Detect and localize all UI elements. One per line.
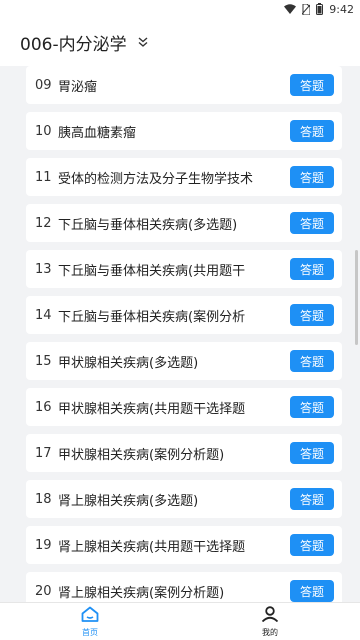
- item-title: 下丘脑与垂体相关疾病(多选题): [58, 217, 238, 233]
- answer-button[interactable]: 答题: [290, 304, 334, 326]
- tab-mine[interactable]: 我的: [225, 603, 315, 640]
- item-title: 肾上腺相关疾病(多选题): [58, 493, 199, 509]
- item-title: 甲状腺相关疾病(共用题干选择题: [58, 401, 246, 417]
- list-item[interactable]: 19 肾上腺相关疾病(共用题干选择题 答题: [26, 526, 342, 564]
- answer-button[interactable]: 答题: [290, 442, 334, 464]
- item-title: 下丘脑与垂体相关疾病(案例分析: [58, 309, 246, 325]
- scrollbar[interactable]: [355, 250, 358, 345]
- list-item[interactable]: 18 肾上腺相关疾病(多选题) 答题: [26, 480, 342, 518]
- item-number: 14: [35, 307, 52, 323]
- list-item[interactable]: 13 下丘脑与垂体相关疾病(共用题干 答题: [26, 250, 342, 288]
- answer-button[interactable]: 答题: [290, 580, 334, 602]
- tab-mine-label: 我的: [262, 627, 278, 637]
- item-title: 甲状腺相关疾病(多选题): [58, 355, 199, 371]
- list-item[interactable]: 20 肾上腺相关疾病(案例分析题) 答题: [26, 572, 342, 602]
- app-bar: 006-内分泌学: [0, 18, 360, 66]
- item-number: 12: [35, 215, 52, 231]
- status-bar: 9:42: [0, 0, 360, 18]
- item-number: 18: [35, 491, 52, 507]
- list-item[interactable]: 10 胰高血糖素瘤 答题: [26, 112, 342, 150]
- item-number: 16: [35, 399, 52, 415]
- answer-button[interactable]: 答题: [290, 534, 334, 556]
- list-item[interactable]: 16 甲状腺相关疾病(共用题干选择题 答题: [26, 388, 342, 426]
- item-number: 19: [35, 537, 52, 553]
- tab-home-label: 首页: [82, 627, 98, 637]
- answer-button[interactable]: 答题: [290, 212, 334, 234]
- home-icon: [81, 606, 99, 626]
- user-icon: [261, 605, 279, 626]
- item-number: 20: [35, 583, 52, 599]
- list-item[interactable]: 12 下丘脑与垂体相关疾病(多选题) 答题: [26, 204, 342, 242]
- list-item[interactable]: 17 甲状腺相关疾病(案例分析题) 答题: [26, 434, 342, 472]
- item-title: 受体的检测方法及分子生物学技术: [58, 171, 254, 187]
- item-title: 胃泌瘤: [58, 79, 98, 95]
- list-item[interactable]: 15 甲状腺相关疾病(多选题) 答题: [26, 342, 342, 380]
- item-number: 10: [35, 123, 52, 139]
- answer-button[interactable]: 答题: [290, 396, 334, 418]
- chapter-list: 09 胃泌瘤 答题 10 胰高血糖素瘤 答题 11 受体的检测方法及分子生物学技术 答题 12 下丘…: [18, 66, 342, 602]
- answer-button[interactable]: 答题: [290, 74, 334, 96]
- status-time: 9:42: [329, 2, 354, 16]
- bottom-tab-bar: 首页 我的: [0, 602, 360, 640]
- item-number: 13: [35, 261, 52, 277]
- answer-button[interactable]: 答题: [290, 166, 334, 188]
- page-title: 006-内分泌学: [20, 34, 127, 55]
- item-title: 甲状腺相关疾病(案例分析题): [58, 447, 225, 463]
- answer-button[interactable]: 答题: [290, 488, 334, 510]
- chevron-down-icon[interactable]: [137, 36, 149, 48]
- sim-off-icon: [302, 3, 311, 15]
- item-number: 11: [35, 169, 52, 185]
- item-number: 15: [35, 353, 52, 369]
- list-item[interactable]: 09 胃泌瘤 答题: [26, 66, 342, 104]
- answer-button[interactable]: 答题: [290, 258, 334, 280]
- item-title: 肾上腺相关疾病(共用题干选择题: [58, 539, 246, 555]
- wifi-icon: [284, 4, 297, 14]
- item-title: 胰高血糖素瘤: [58, 125, 137, 141]
- item-number: 17: [35, 445, 52, 461]
- item-number: 09: [35, 77, 52, 93]
- list-item[interactable]: 11 受体的检测方法及分子生物学技术 答题: [26, 158, 342, 196]
- list-item[interactable]: 14 下丘脑与垂体相关疾病(案例分析 答题: [26, 296, 342, 334]
- answer-button[interactable]: 答题: [290, 120, 334, 142]
- item-title: 肾上腺相关疾病(案例分析题): [58, 585, 225, 601]
- battery-icon: [316, 3, 324, 15]
- item-title: 下丘脑与垂体相关疾病(共用题干: [58, 263, 246, 279]
- tab-home[interactable]: 首页: [45, 603, 135, 640]
- answer-button[interactable]: 答题: [290, 350, 334, 372]
